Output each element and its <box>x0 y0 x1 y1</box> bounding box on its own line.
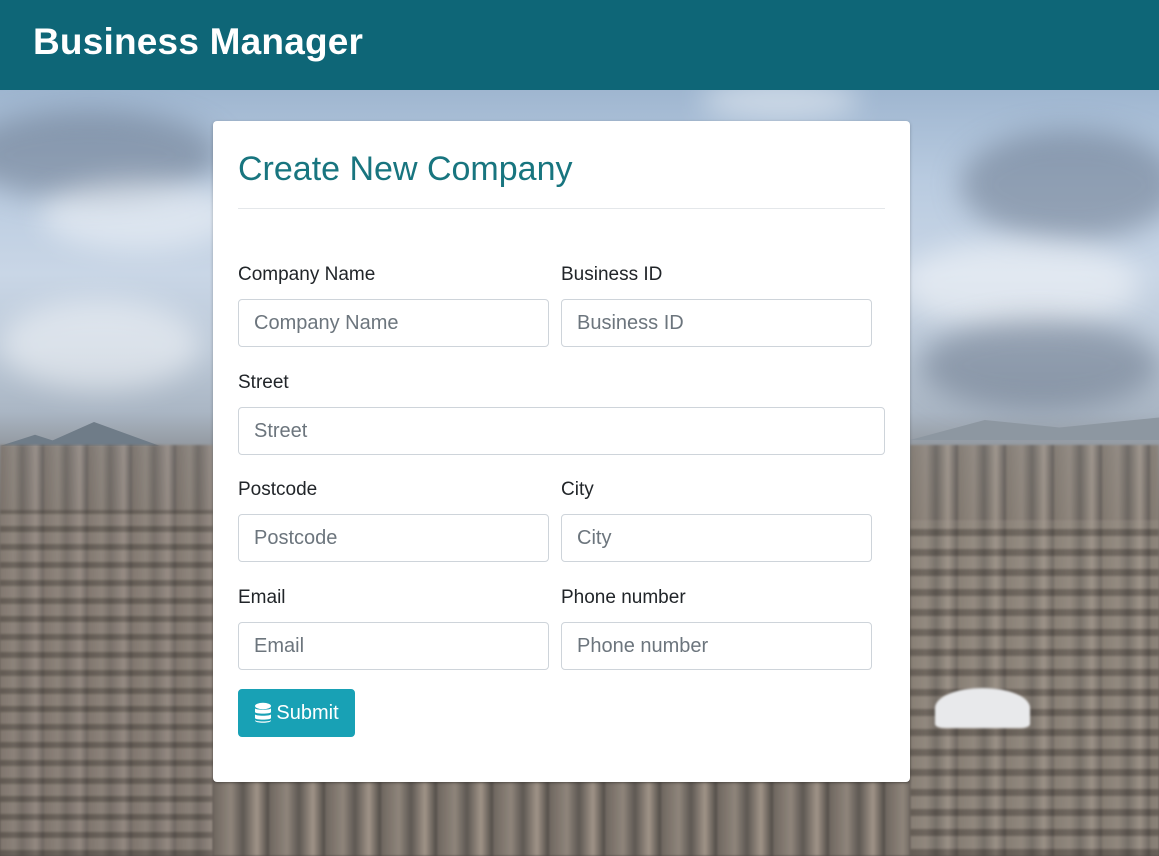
business-id-label: Business ID <box>561 264 663 285</box>
street-input[interactable] <box>238 407 885 455</box>
postcode-input[interactable] <box>238 514 549 562</box>
city-input[interactable] <box>561 514 872 562</box>
top-navbar: Business Manager <box>0 0 1159 90</box>
database-icon <box>254 702 272 724</box>
email-input[interactable] <box>238 622 549 670</box>
submit-button-label: Submit <box>276 701 339 724</box>
company-name-label: Company Name <box>238 264 376 285</box>
submit-button[interactable]: Submit <box>238 689 355 737</box>
postcode-label: Postcode <box>238 479 318 500</box>
email-label: Email <box>238 587 286 608</box>
company-name-input[interactable] <box>238 299 549 347</box>
page-title: Create New Company <box>238 150 573 188</box>
business-id-input[interactable] <box>561 299 872 347</box>
create-company-card: Create New Company Company Name Business… <box>213 121 910 782</box>
phone-number-label: Phone number <box>561 587 686 608</box>
phone-number-input[interactable] <box>561 622 872 670</box>
brand-title[interactable]: Business Manager <box>33 18 363 66</box>
street-label: Street <box>238 372 289 393</box>
title-divider <box>238 208 885 209</box>
city-label: City <box>561 479 594 500</box>
